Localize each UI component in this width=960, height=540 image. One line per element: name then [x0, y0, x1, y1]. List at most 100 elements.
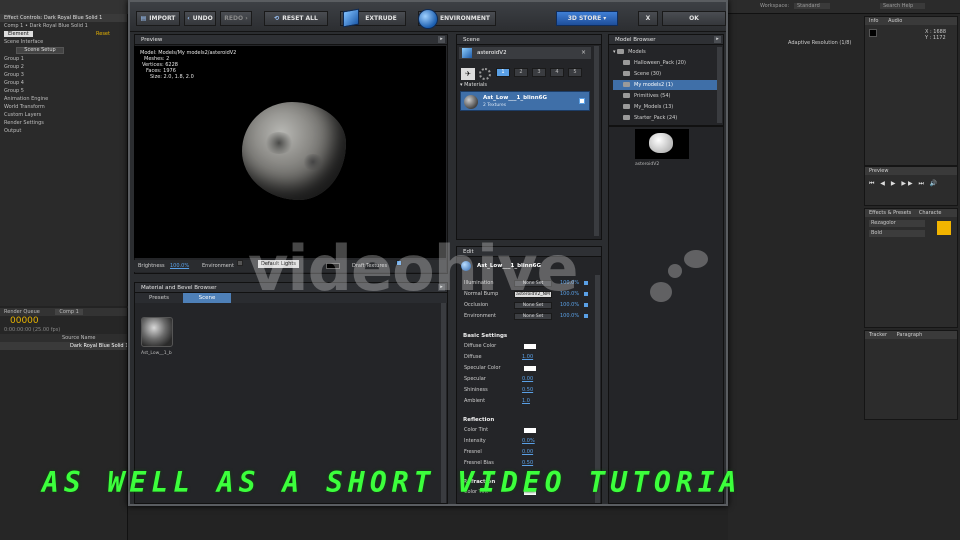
model-thumb[interactable]: [635, 129, 689, 159]
param-value[interactable]: 0.0%: [522, 437, 535, 446]
close-button[interactable]: X: [638, 11, 658, 26]
extrude-cube-icon: [343, 8, 359, 28]
reset-all-button[interactable]: ⟲ RESET ALL: [264, 11, 328, 26]
element-effect-row[interactable]: Element Reset: [0, 30, 127, 38]
param-value[interactable]: 0.50: [522, 386, 533, 395]
workspace-select[interactable]: Standard: [794, 3, 830, 9]
import-button[interactable]: ▤ IMPORT: [136, 11, 180, 26]
tab-paragraph[interactable]: Paragraph: [897, 332, 923, 338]
effect-item[interactable]: Group 1: [0, 55, 127, 63]
color-swatch[interactable]: [524, 428, 536, 433]
group-tab-5[interactable]: 5: [568, 68, 582, 77]
folder-icon: [623, 115, 630, 120]
effect-item[interactable]: Output: [0, 127, 127, 135]
redo-button[interactable]: REDO ›: [220, 11, 252, 26]
reset-link[interactable]: Reset: [96, 30, 110, 38]
effect-item[interactable]: Group 2: [0, 63, 127, 71]
timecode[interactable]: 00000: [0, 316, 127, 326]
brightness-value[interactable]: 100.0%: [170, 260, 189, 272]
import-icon: ▤: [140, 15, 147, 22]
material-row-selected[interactable]: Ast_Low___1_blinn6G 2 Textures: [460, 91, 590, 111]
scene-object-row[interactable]: asteroidV2 ×: [459, 47, 591, 59]
map-strength[interactable]: 100.0%: [560, 312, 579, 321]
material-checkbox[interactable]: [579, 98, 585, 104]
effect-item[interactable]: Custom Layers: [0, 111, 127, 119]
asteroid-model[interactable]: [242, 102, 346, 200]
scene-setup-button[interactable]: Scene Setup: [16, 47, 64, 54]
extrude-button[interactable]: EXTRUDE: [340, 8, 406, 28]
font-style-select[interactable]: Bold: [869, 230, 925, 237]
pane-menu-icon[interactable]: ▸: [438, 36, 445, 43]
effect-item[interactable]: Group 5: [0, 87, 127, 95]
tab-character[interactable]: Characte: [919, 210, 942, 216]
tab-preview[interactable]: Preview: [865, 167, 957, 175]
tab-audio[interactable]: Audio: [888, 18, 902, 24]
3d-store-button[interactable]: 3D STORE ▾: [556, 11, 618, 26]
undo-button[interactable]: ‹ UNDO: [184, 11, 216, 26]
video-caption: AS WELL AS A SHORT VIDEO TUTORIA: [42, 466, 742, 499]
group-tab-1[interactable]: 1: [496, 68, 510, 77]
tab-comp-1[interactable]: Comp 1: [55, 309, 83, 315]
gear-icon[interactable]: [479, 68, 491, 80]
preview-panel: Preview ⏮ ◀ ▶ ▶▶ ⏭ 🔊: [864, 166, 958, 206]
splitter[interactable]: [609, 125, 723, 127]
folder-icon: [623, 71, 630, 76]
effect-item[interactable]: Animation Engine: [0, 95, 127, 103]
host-right-panels: Info Audio X : 1688 Y : 1172 Adaptive Re…: [728, 14, 960, 540]
pane-menu-icon[interactable]: ▸: [714, 36, 721, 43]
map-toggle[interactable]: [584, 314, 588, 318]
environment-toggle[interactable]: [237, 260, 243, 266]
color-swatch[interactable]: [524, 366, 536, 371]
tree-item-selected[interactable]: My models2 (1): [613, 80, 717, 90]
tab-effects[interactable]: Effects & Presets: [869, 210, 911, 216]
airplane-icon[interactable]: ✈: [461, 68, 475, 80]
close-icon[interactable]: ×: [581, 49, 586, 56]
group-tab-4[interactable]: 4: [550, 68, 564, 77]
texture-slot[interactable]: None Set: [514, 313, 552, 320]
watermark-logo: [650, 282, 672, 302]
host-tools[interactable]: [0, 0, 128, 14]
tab-presets[interactable]: Presets: [135, 293, 183, 303]
model-browser-title: Model Browser ▸: [609, 35, 723, 45]
playback-controls[interactable]: ⏮ ◀ ▶ ▶▶ ⏭ 🔊: [865, 175, 957, 193]
color-swatch[interactable]: [524, 344, 536, 349]
material-name: Ast_Low___1_blinn6G: [483, 95, 547, 101]
material-thumb-label: Ast_Low__1_b: [141, 351, 172, 356]
effect-controls-panel: Effect Controls: Dark Royal Blue Solid 1…: [0, 14, 128, 306]
tree-item[interactable]: Primitives (54): [613, 91, 717, 101]
map-toggle[interactable]: [584, 281, 588, 285]
tree-scrollbar[interactable]: [717, 47, 722, 123]
environment-button[interactable]: ENVIRONMENT: [418, 9, 496, 29]
tab-info[interactable]: Info: [869, 18, 878, 24]
tree-item[interactable]: Scene (30): [613, 69, 717, 79]
param-value[interactable]: 1.00: [522, 353, 533, 362]
font-family-select[interactable]: Rezagolor: [869, 220, 925, 227]
tab-scene[interactable]: Scene: [183, 293, 231, 303]
fill-color-swatch[interactable]: [937, 221, 951, 235]
tab-tracker[interactable]: Tracker: [869, 332, 887, 338]
tree-item[interactable]: Starter_Pack (24): [613, 113, 717, 123]
group-tab-2[interactable]: 2: [514, 68, 528, 77]
effect-item[interactable]: World Transform: [0, 103, 127, 111]
layer-row[interactable]: Dark Royal Blue Solid 1: [0, 342, 127, 350]
3d-viewport[interactable]: Model: Models/My models2/asteroidV2 Mesh…: [134, 46, 446, 258]
effect-item[interactable]: Group 3: [0, 71, 127, 79]
map-toggle[interactable]: [584, 292, 588, 296]
adaptive-resolution[interactable]: Adaptive Resolution (1/8): [788, 40, 851, 46]
group-tab-3[interactable]: 3: [532, 68, 546, 77]
tree-item[interactable]: Halloween_Pack (20): [613, 58, 717, 68]
scene-scrollbar[interactable]: [594, 46, 599, 236]
param-value[interactable]: 1.0: [522, 397, 530, 406]
tree-item[interactable]: My_Models (13): [613, 102, 717, 112]
param-value[interactable]: 0.00: [522, 448, 533, 457]
search-help-input[interactable]: Search Help: [880, 3, 926, 9]
material-thumb[interactable]: [141, 317, 173, 347]
tab-render-queue[interactable]: Render Queue: [4, 309, 40, 315]
param-value[interactable]: 0.00: [522, 375, 533, 384]
effect-item[interactable]: Scene Interface: [0, 38, 127, 46]
map-toggle[interactable]: [584, 303, 588, 307]
effect-item[interactable]: Render Settings: [0, 119, 127, 127]
effect-item[interactable]: Group 4: [0, 79, 127, 87]
ok-button[interactable]: OK: [662, 11, 726, 26]
tree-root[interactable]: ▾ Models: [613, 47, 717, 57]
